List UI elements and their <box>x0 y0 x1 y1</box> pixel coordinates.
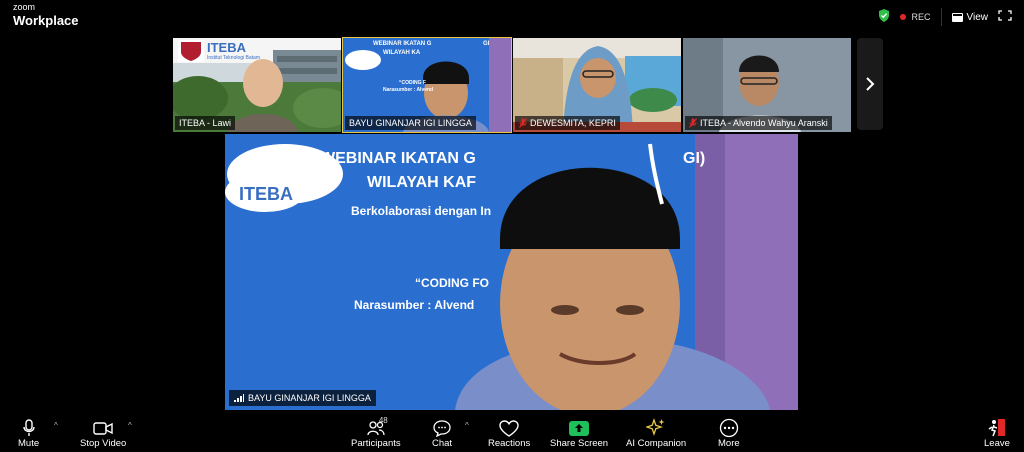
banner-thumb-title: WEBINAR IKATAN G <box>373 41 432 47</box>
divider <box>940 8 942 26</box>
participant-tile[interactable]: ITEBA - Alvendo Wahyu Aranski <box>683 38 851 132</box>
banner-thumb-speaker: Narasumber : Alvend <box>383 87 434 93</box>
reactions-label: Reactions <box>488 438 531 449</box>
chat-label: Chat <box>432 438 453 449</box>
chat-button[interactable]: Chat <box>432 418 452 449</box>
participant-tile[interactable]: ITEBA Institut Teknologi Batam ITEBA - L… <box>173 38 341 132</box>
participant-name: ITEBA - Alvendo Wahyu Aranski <box>700 118 828 128</box>
stop-video-button[interactable]: Stop Video <box>80 418 126 449</box>
microphone-icon <box>22 419 35 436</box>
view-label: View <box>966 11 989 23</box>
ai-companion-button[interactable]: AI Companion <box>626 418 686 449</box>
iteba-logo-text: ITEBA <box>207 40 246 55</box>
participants-button[interactable]: 48 Participants <box>351 416 401 449</box>
chat-bubble-icon <box>433 419 451 437</box>
participants-label: Participants <box>351 438 401 449</box>
leave-door-icon <box>988 419 1005 437</box>
stop-video-label: Stop Video <box>80 438 127 449</box>
mute-button[interactable]: Mute <box>18 418 39 449</box>
banner-subtitle: Berkolaborasi dengan In <box>351 204 492 218</box>
muted-mic-icon <box>689 118 697 128</box>
signal-strength-icon <box>234 394 244 402</box>
more-button[interactable]: More <box>718 418 740 449</box>
more-dots-icon <box>719 418 738 438</box>
audio-options-chevron-icon[interactable]: ^ <box>54 421 58 430</box>
more-label: More <box>718 438 740 449</box>
speaker-name-label: BAYU GINANJAR IGI LINGGA <box>229 390 376 406</box>
chat-options-chevron-icon[interactable]: ^ <box>465 421 469 430</box>
recording-indicator[interactable]: REC <box>900 12 931 22</box>
meeting-toolbar: Mute ^ Stop Video ^ 48 Participants Chat… <box>0 408 1024 452</box>
recording-dot-icon <box>900 14 907 20</box>
brand-workplace: Workplace <box>13 13 79 28</box>
participants-count: 48 <box>378 416 388 425</box>
mute-label: Mute <box>18 438 40 449</box>
participant-tile[interactable]: DEWESMITA, KEPRI <box>513 38 681 132</box>
speaker-name: BAYU GINANJAR IGI LINGGA <box>248 393 371 403</box>
participant-name-label: ITEBA - Alvendo Wahyu Aranski <box>685 116 832 130</box>
view-grid-icon <box>951 12 963 22</box>
fullscreen-icon[interactable] <box>998 10 1012 24</box>
banner-title-line1-end: GI) <box>683 150 706 167</box>
banner-thumb-region: WILAYAH KA <box>383 50 421 56</box>
video-options-chevron-icon[interactable]: ^ <box>128 421 132 430</box>
video-camera-icon <box>93 421 113 435</box>
share-screen-icon <box>569 420 590 436</box>
ai-companion-label: AI Companion <box>626 438 687 449</box>
participant-tile[interactable]: WEBINAR IKATAN G GI WILAYAH KA “CODING F… <box>342 37 512 133</box>
next-page-button[interactable] <box>857 38 883 130</box>
participant-name-label: DEWESMITA, KEPRI <box>515 116 620 130</box>
leave-label: Leave <box>984 438 1010 449</box>
ai-sparkle-icon <box>646 418 665 436</box>
rec-label: REC <box>911 12 931 22</box>
banner-topic: “CODING FO <box>415 276 489 290</box>
participant-name-label: BAYU GINANJAR IGI LINGGA <box>345 116 476 130</box>
banner-thumb-title-end: GI <box>483 41 490 47</box>
share-screen-button[interactable]: Share Screen <box>550 418 608 449</box>
iteba-logo-text: ITEBA <box>239 184 293 204</box>
active-speaker-video[interactable]: ITEBA WEBINAR IKATAN G GI) WILAYAH KAF B… <box>225 134 798 410</box>
leave-button[interactable]: Leave <box>984 418 1010 449</box>
banner-title-line2: WILAYAH KAF <box>367 174 477 191</box>
banner-speaker: Narasumber : Alvend <box>354 298 475 312</box>
muted-mic-icon <box>519 118 527 128</box>
zoom-workplace-logo: zoom Workplace <box>13 2 79 28</box>
participant-name: ITEBA - Lawi <box>179 118 232 128</box>
speaker-video-feed <box>225 134 798 410</box>
banner-thumb-topic: “CODING F <box>399 80 426 86</box>
participant-name: BAYU GINANJAR IGI LINGGA <box>349 118 472 128</box>
banner-title-line1: WEBINAR IKATAN G <box>320 150 476 167</box>
participant-name: DEWESMITA, KEPRI <box>530 118 616 128</box>
top-bar: zoom Workplace REC View <box>0 0 1024 34</box>
iteba-subtitle: Institut Teknologi Batam <box>207 55 260 61</box>
view-button[interactable]: View <box>951 11 989 23</box>
share-screen-label: Share Screen <box>550 438 609 449</box>
chevron-right-icon <box>866 77 875 91</box>
encryption-shield-icon[interactable] <box>878 9 890 25</box>
participant-name-label: ITEBA - Lawi <box>175 116 236 130</box>
heart-icon <box>499 419 519 437</box>
reactions-button[interactable]: Reactions <box>488 418 530 449</box>
brand-zoom: zoom <box>13 2 36 12</box>
